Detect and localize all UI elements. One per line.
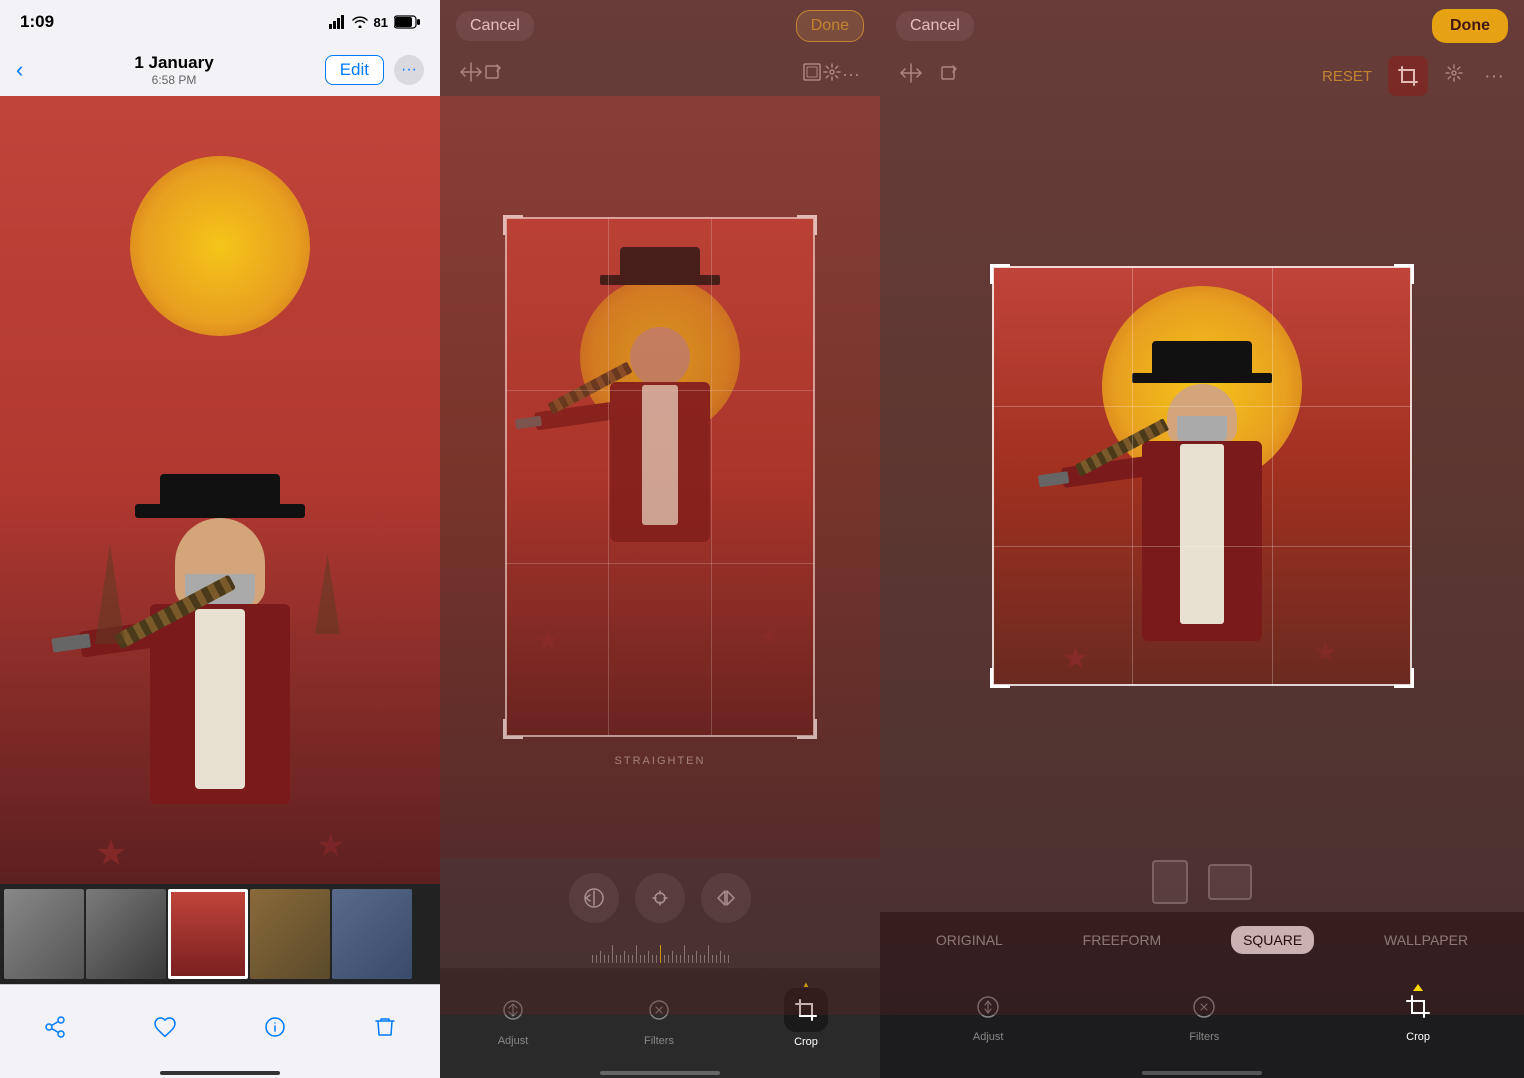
sun-element (130, 156, 310, 336)
heart-icon (153, 1015, 177, 1039)
image-content: ★ ★ (0, 96, 440, 884)
home-bar (160, 1071, 280, 1075)
tree-left (95, 544, 125, 644)
nav-bar: ‹ 1 January 6:58 PM Edit ··· (0, 44, 440, 96)
cowboy-art: ★ ★ (90, 464, 350, 884)
sq-corner-tl[interactable] (990, 264, 1010, 284)
status-time: 1:09 (20, 12, 54, 32)
back-button[interactable]: ‹ (16, 57, 23, 83)
nav-actions: Edit ··· (325, 55, 424, 85)
main-image: ★ ★ (0, 96, 440, 884)
filmstrip-item[interactable] (250, 889, 330, 979)
filmstrip[interactable] (0, 884, 440, 984)
filmstrip-item-selected[interactable] (168, 889, 248, 979)
sq-corner-br[interactable] (1394, 668, 1414, 688)
sq-corner-bl[interactable] (990, 668, 1010, 688)
sq-grid-v2 (1272, 266, 1273, 686)
star-left: ★ (95, 832, 127, 874)
filters-label: Filters (644, 1035, 674, 1047)
nav-title: 1 January (134, 53, 213, 73)
more-icon: ··· (401, 61, 417, 79)
signal-icon (329, 15, 344, 29)
square-crop-border (992, 266, 1412, 686)
crop-active-indicator (1413, 984, 1423, 991)
filmstrip-item[interactable] (86, 889, 166, 979)
p3-crop-label: Crop (1406, 1031, 1430, 1043)
status-bar: 1:09 81 (0, 0, 440, 44)
hat-crown (160, 474, 280, 514)
wifi-icon (352, 16, 368, 28)
trash-icon (373, 1015, 397, 1039)
p3-filters-label: Filters (1189, 1031, 1219, 1043)
tree-right (315, 554, 340, 634)
adjust-label: Adjust (498, 1035, 529, 1047)
bottom-toolbar (0, 984, 440, 1068)
home-bar (600, 1071, 720, 1075)
panel-square-crop: Cancel Done RESET (880, 0, 1524, 1078)
info-icon (263, 1015, 287, 1039)
share-button[interactable] (43, 1015, 67, 1039)
like-button[interactable] (153, 1015, 177, 1039)
sq-corner-tr[interactable] (1394, 264, 1414, 284)
star-right: ★ (316, 826, 345, 864)
battery-shape (394, 15, 420, 29)
status-icons: 81 (329, 15, 420, 30)
shirt (195, 609, 245, 789)
p3-crop-icon (1405, 994, 1431, 1027)
home-indicator (440, 1068, 880, 1078)
home-indicator (0, 1068, 440, 1078)
p3-crop-tool-active[interactable]: Crop (1405, 994, 1431, 1043)
back-arrow-icon: ‹ (16, 57, 23, 83)
nav-title-block: 1 January 6:58 PM (134, 53, 213, 87)
nav-subtitle: 6:58 PM (134, 73, 213, 87)
more-button[interactable]: ··· (394, 55, 424, 85)
panel3-image-area: ★ ★ (880, 100, 1524, 852)
info-button[interactable] (263, 1015, 287, 1039)
sq-grid-h2 (992, 546, 1412, 547)
filmstrip-item[interactable] (332, 889, 412, 979)
panel-photos-viewer: 1:09 81 ‹ (0, 0, 440, 1078)
delete-button[interactable] (373, 1015, 397, 1039)
sq-grid-h1 (992, 406, 1412, 407)
square-crop-container[interactable]: ★ ★ (992, 266, 1412, 686)
home-indicator-p3 (880, 1068, 1524, 1078)
edit-button[interactable]: Edit (325, 55, 384, 85)
gun (51, 633, 91, 652)
battery-icon: 81 (374, 15, 388, 30)
p3-adjust-label: Adjust (973, 1031, 1004, 1043)
filmstrip-item[interactable] (4, 889, 84, 979)
crop-label: Crop (794, 1036, 818, 1048)
share-icon (43, 1015, 67, 1039)
sq-grid-v1 (1132, 266, 1133, 686)
home-bar-p3 (1142, 1071, 1262, 1075)
